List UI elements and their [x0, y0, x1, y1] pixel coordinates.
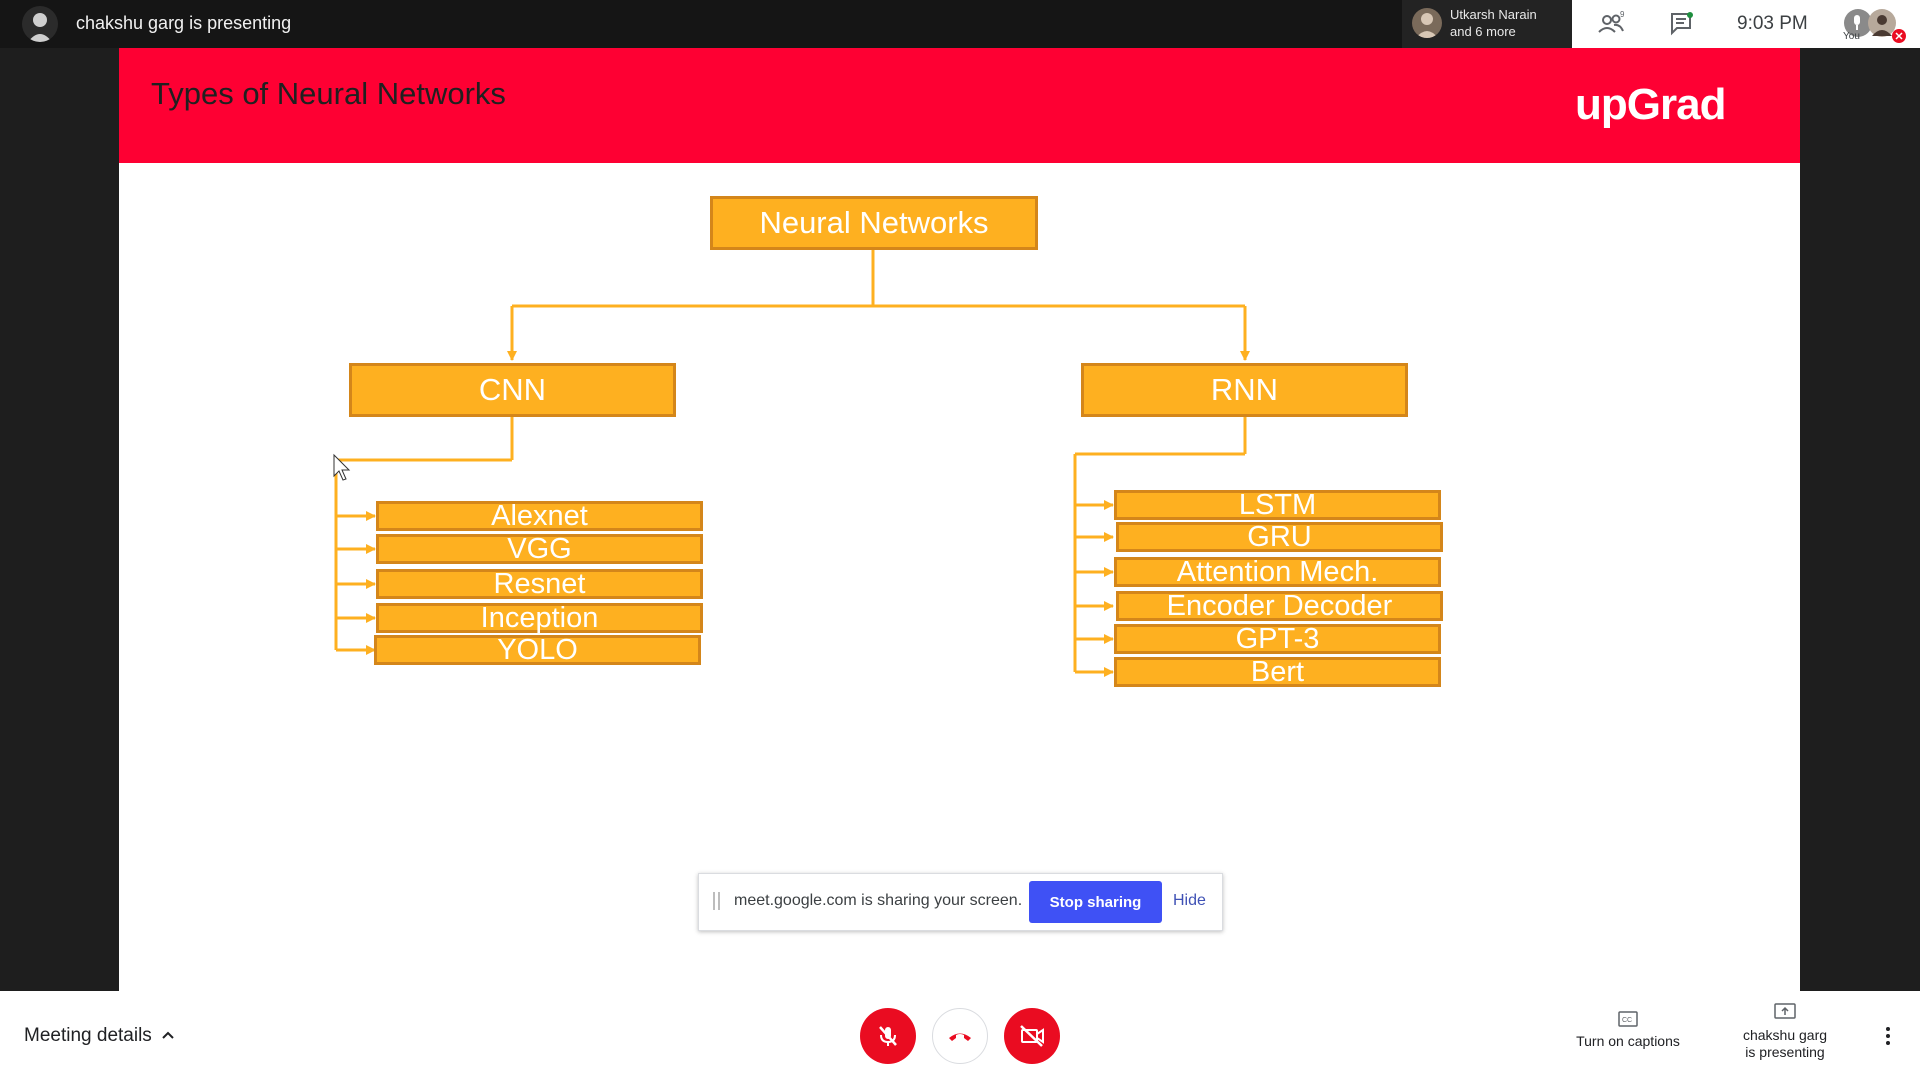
node-yolo: YOLO	[374, 635, 701, 665]
mic-off-icon	[879, 1026, 897, 1046]
present-icon	[1774, 1003, 1796, 1019]
bottom-bar: Meeting details CC Turn on captions chak…	[0, 991, 1920, 1080]
self-tile[interactable]: You	[1842, 6, 1912, 44]
mic-toggle-button[interactable]	[860, 1008, 916, 1064]
node-gru: GRU	[1116, 522, 1443, 552]
captions-button[interactable]: CC Turn on captions	[1570, 1011, 1686, 1050]
captions-icon: CC	[1618, 1011, 1638, 1027]
captions-label: Turn on captions	[1576, 1033, 1680, 1049]
participant-avatar	[1412, 8, 1442, 38]
participant-name: Utkarsh Narain	[1450, 7, 1537, 22]
presenting-label: chakshu garg is presenting	[76, 13, 292, 33]
presenting-line2: is presenting	[1745, 1044, 1825, 1060]
participant-count: 9	[1620, 10, 1625, 19]
node-alexnet: Alexnet	[376, 501, 703, 531]
diagram-connectors	[333, 249, 1250, 677]
more-vert-icon	[1886, 1027, 1890, 1045]
people-icon[interactable]: 9	[1597, 10, 1625, 38]
meeting-details-button[interactable]: Meeting details	[24, 1025, 152, 1047]
svg-text:CC: CC	[1622, 1017, 1632, 1024]
shared-screen: Types of Neural Networks upGrad Neural N…	[119, 48, 1800, 991]
leave-call-button[interactable]	[932, 1008, 988, 1064]
right-controls: 9 9:03 PM You	[1572, 0, 1920, 48]
node-cnn: CNN	[349, 363, 676, 417]
presenting-line1: chakshu garg	[1742, 1027, 1828, 1043]
participants-chip[interactable]: Utkarsh Narain and 6 more	[1402, 0, 1572, 48]
call-end-icon	[949, 1033, 971, 1041]
participant-more: and 6 more	[1450, 24, 1516, 39]
node-gpt3: GPT-3	[1114, 624, 1441, 654]
node-root: Neural Networks	[710, 196, 1038, 250]
share-banner: meet.google.com is sharing your screen. …	[698, 873, 1223, 931]
node-encoder-decoder: Encoder Decoder	[1116, 591, 1443, 621]
node-bert: Bert	[1114, 657, 1441, 687]
presentation-button[interactable]: chakshu garg is presenting	[1730, 1003, 1840, 1061]
node-resnet: Resnet	[376, 569, 703, 599]
node-inception: Inception	[376, 603, 703, 633]
camera-toggle-button[interactable]	[1004, 1008, 1060, 1064]
chat-icon[interactable]	[1668, 10, 1696, 38]
share-notice: meet.google.com is sharing your screen.	[734, 892, 1023, 909]
self-label: You	[1843, 31, 1860, 42]
node-rnn: RNN	[1081, 363, 1408, 417]
node-lstm: LSTM	[1114, 490, 1441, 520]
node-vgg: VGG	[376, 534, 703, 564]
presenter-avatar	[22, 6, 58, 42]
top-bar: chakshu garg is presenting Utkarsh Narai…	[0, 0, 1920, 48]
camera-off-icon	[1020, 1025, 1044, 1047]
more-options-button[interactable]	[1878, 1019, 1898, 1055]
drag-handle[interactable]	[713, 892, 721, 912]
stop-sharing-button[interactable]: Stop sharing	[1029, 881, 1162, 923]
hide-button[interactable]: Hide	[1173, 892, 1206, 910]
chevron-up-icon[interactable]	[160, 1027, 176, 1043]
clock: 9:03 PM	[1737, 13, 1808, 34]
node-attention: Attention Mech.	[1114, 557, 1441, 587]
